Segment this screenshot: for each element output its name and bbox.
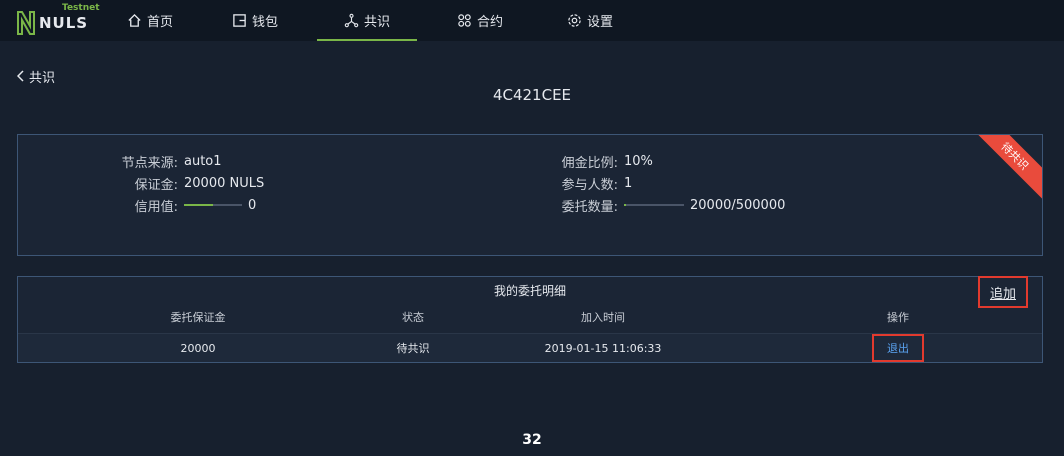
deposit-row: 保证金: 20000 NULS — [78, 173, 265, 193]
logo-text: NULS — [39, 14, 89, 32]
contract-icon — [458, 14, 471, 27]
credit-value: 0 — [248, 197, 257, 213]
row-amount: 20000 — [180, 341, 216, 355]
header-time: 加入时间 — [581, 311, 625, 324]
header-action: 操作 — [887, 311, 909, 324]
credit-bar-fill — [184, 204, 213, 206]
back-link[interactable]: 共识 — [17, 66, 55, 86]
credit-label: 信用值: — [134, 199, 178, 215]
node-info-card: 节点来源: auto1 保证金: 20000 NULS 信用值: 0 佣金比例:… — [17, 134, 1043, 256]
nuls-logo[interactable]: Testnet NULS — [16, 3, 100, 36]
entrusted-row: 委托数量: 20000/500000 — [518, 195, 786, 215]
nav-item-home[interactable]: 首页 — [110, 0, 190, 41]
nav-label-consensus: 共识 — [363, 15, 390, 30]
node-source-row: 节点来源: auto1 — [78, 151, 222, 171]
commission-row: 佣金比例: 10% — [518, 151, 653, 171]
home-icon — [128, 13, 141, 27]
commission-label: 佣金比例: — [561, 155, 618, 171]
header-status: 状态 — [402, 311, 424, 324]
page-title: 4C421CEE — [492, 86, 572, 104]
exit-delegation-button[interactable]: 退出 — [872, 334, 924, 362]
commission-value: 10% — [624, 153, 653, 169]
top-nav-bar: Testnet NULS 首页 钱包 共识 合约 设置 — [0, 0, 1064, 41]
settings-icon — [568, 14, 581, 27]
credit-bar — [184, 204, 242, 206]
participants-value: 1 — [624, 175, 633, 191]
nav-label-wallet: 钱包 — [251, 15, 278, 30]
entrusted-value: 20000/500000 — [690, 197, 786, 213]
participants-row: 参与人数: 1 — [518, 173, 633, 193]
nav-item-consensus[interactable]: 共识 — [317, 0, 417, 41]
nav-item-contract[interactable]: 合约 — [440, 0, 520, 41]
credit-row: 信用值: 0 — [78, 195, 257, 215]
node-source-value: auto1 — [184, 153, 222, 169]
nav-label-contract: 合约 — [476, 15, 503, 30]
entrusted-bar-fill — [624, 204, 627, 206]
nav-item-wallet[interactable]: 钱包 — [215, 0, 295, 41]
wallet-icon — [233, 14, 246, 27]
deposit-value: 20000 NULS — [184, 175, 265, 191]
table-header: 委托保证金 状态 加入时间 操作 — [18, 305, 1042, 329]
participants-label: 参与人数: — [561, 177, 618, 193]
entrusted-label: 委托数量: — [561, 199, 618, 215]
nav-label-settings: 设置 — [586, 15, 613, 30]
deposit-label: 保证金: — [134, 177, 178, 193]
nav-item-settings[interactable]: 设置 — [550, 0, 630, 41]
chevron-left-icon — [17, 70, 24, 82]
add-delegation-button[interactable]: 追加 — [978, 276, 1028, 308]
row-action-cell: 退出 — [818, 334, 978, 362]
entrusted-bar — [624, 204, 684, 206]
row-time: 2019-01-15 11:06:33 — [544, 341, 662, 355]
consensus-icon — [344, 13, 359, 28]
node-source-label: 节点来源: — [121, 155, 178, 171]
header-amount: 委托保证金 — [170, 311, 226, 324]
nuls-logo-icon — [17, 11, 35, 35]
delegation-caption: 我的委托明细 — [493, 284, 566, 298]
nav-label-home: 首页 — [146, 15, 173, 30]
delegation-table: 我的委托明细 追加 委托保证金 状态 加入时间 操作 20000 待共识 201… — [17, 276, 1043, 363]
row-status: 待共识 — [396, 342, 430, 355]
back-link-label: 共识 — [29, 70, 56, 86]
testnet-badge: Testnet — [62, 3, 100, 13]
table-row: 20000 待共识 2019-01-15 11:06:33 退出 — [18, 333, 1042, 362]
page-number: 32 — [522, 432, 542, 448]
status-ribbon: 待共识 — [968, 135, 1042, 203]
